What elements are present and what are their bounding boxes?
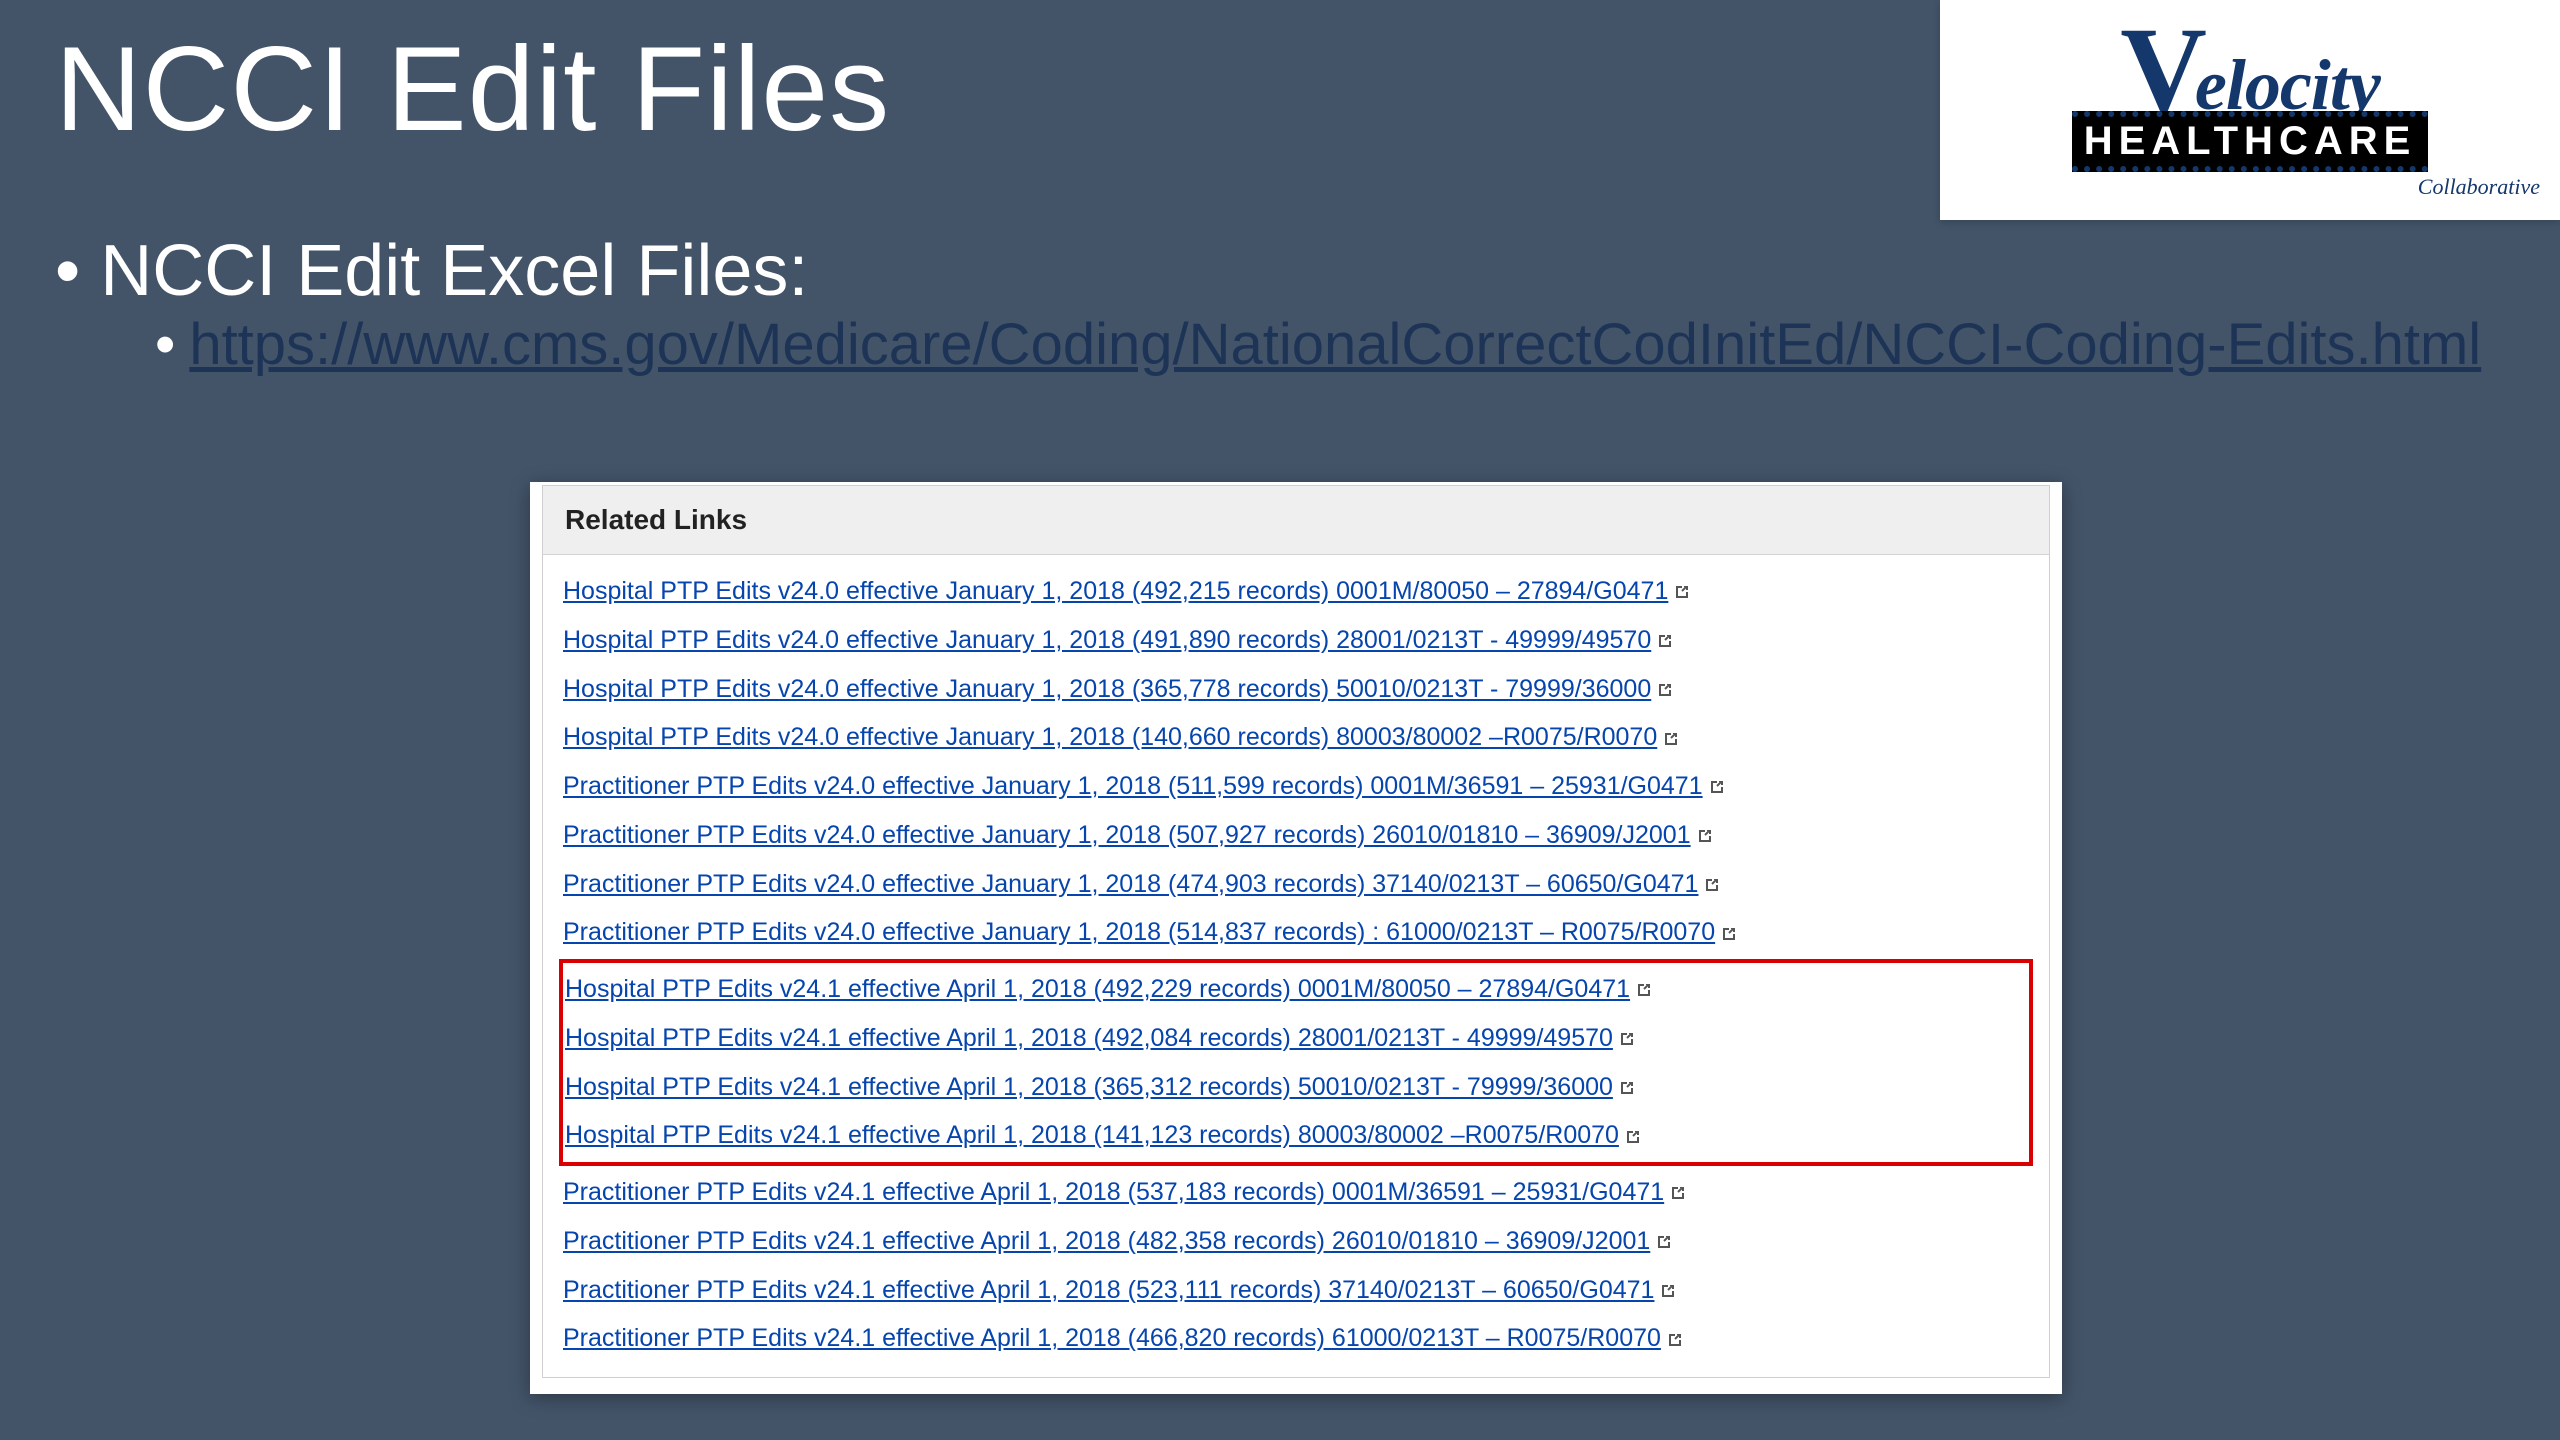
file-link[interactable]: Practitioner PTP Edits v24.1 effective A… bbox=[563, 1276, 1654, 1304]
bullet-level2: •https://www.cms.gov/Medicare/Coding/Nat… bbox=[155, 310, 2500, 380]
external-link-icon bbox=[1636, 982, 1652, 998]
link-row: Hospital PTP Edits v24.1 effective April… bbox=[565, 1111, 2027, 1160]
link-row: Hospital PTP Edits v24.0 effective Janua… bbox=[563, 567, 2029, 616]
file-link[interactable]: Hospital PTP Edits v24.0 effective Janua… bbox=[563, 723, 1657, 751]
link-row: Practitioner PTP Edits v24.0 effective J… bbox=[563, 860, 2029, 909]
file-link[interactable]: Hospital PTP Edits v24.1 effective April… bbox=[565, 1073, 1613, 1101]
bullet-icon: • bbox=[155, 310, 175, 380]
file-link[interactable]: Practitioner PTP Edits v24.1 effective A… bbox=[563, 1324, 1661, 1352]
external-link-icon bbox=[1656, 1234, 1672, 1250]
panel-header: Related Links bbox=[543, 486, 2049, 555]
logo: V elocity HEALTHCARE Collaborative bbox=[1940, 0, 2560, 220]
slide: NCCI Edit Files V elocity HEALTHCARE Col… bbox=[0, 0, 2560, 1440]
bullet-level1: NCCI Edit Excel Files: bbox=[55, 230, 808, 312]
external-link-icon bbox=[1674, 584, 1690, 600]
logo-v: V bbox=[2120, 21, 2207, 117]
link-row: Practitioner PTP Edits v24.1 effective A… bbox=[563, 1168, 2029, 1217]
external-link-icon bbox=[1709, 779, 1725, 795]
link-row: Practitioner PTP Edits v24.1 effective A… bbox=[563, 1266, 2029, 1315]
file-link[interactable]: Hospital PTP Edits v24.1 effective April… bbox=[565, 1024, 1613, 1052]
file-link[interactable]: Hospital PTP Edits v24.1 effective April… bbox=[565, 975, 1630, 1003]
related-links-panel: Related Links Hospital PTP Edits v24.0 e… bbox=[530, 482, 2062, 1394]
panel-inner: Related Links Hospital PTP Edits v24.0 e… bbox=[542, 485, 2050, 1378]
link-row: Practitioner PTP Edits v24.0 effective J… bbox=[563, 762, 2029, 811]
external-link-icon bbox=[1704, 877, 1720, 893]
file-link[interactable]: Practitioner PTP Edits v24.0 effective J… bbox=[563, 870, 1698, 898]
file-link[interactable]: Hospital PTP Edits v24.0 effective Janua… bbox=[563, 675, 1651, 703]
external-link-icon bbox=[1619, 1031, 1635, 1047]
link-row: Practitioner PTP Edits v24.1 effective A… bbox=[563, 1314, 2029, 1363]
file-link[interactable]: Practitioner PTP Edits v24.0 effective J… bbox=[563, 918, 1715, 946]
file-link[interactable]: Practitioner PTP Edits v24.0 effective J… bbox=[563, 821, 1691, 849]
file-link[interactable]: Hospital PTP Edits v24.0 effective Janua… bbox=[563, 577, 1668, 605]
file-link[interactable]: Hospital PTP Edits v24.0 effective Janua… bbox=[563, 626, 1651, 654]
file-link[interactable]: Practitioner PTP Edits v24.0 effective J… bbox=[563, 772, 1703, 800]
file-link[interactable]: Practitioner PTP Edits v24.1 effective A… bbox=[563, 1227, 1650, 1255]
external-link-icon bbox=[1697, 828, 1713, 844]
links-list: Hospital PTP Edits v24.0 effective Janua… bbox=[543, 555, 2049, 1377]
highlight-box: Hospital PTP Edits v24.1 effective April… bbox=[559, 959, 2033, 1166]
file-link[interactable]: Hospital PTP Edits v24.1 effective April… bbox=[565, 1121, 1619, 1149]
logo-line2: HEALTHCARE bbox=[2072, 111, 2429, 172]
external-link-icon bbox=[1619, 1080, 1635, 1096]
link-row: Practitioner PTP Edits v24.0 effective J… bbox=[563, 811, 2029, 860]
ncci-url-link[interactable]: https://www.cms.gov/Medicare/Coding/Nati… bbox=[189, 312, 2481, 377]
external-link-icon bbox=[1657, 682, 1673, 698]
file-link[interactable]: Practitioner PTP Edits v24.1 effective A… bbox=[563, 1178, 1664, 1206]
external-link-icon bbox=[1625, 1129, 1641, 1145]
link-row: Hospital PTP Edits v24.0 effective Janua… bbox=[563, 713, 2029, 762]
external-link-icon bbox=[1670, 1185, 1686, 1201]
link-row: Practitioner PTP Edits v24.1 effective A… bbox=[563, 1217, 2029, 1266]
link-row: Hospital PTP Edits v24.1 effective April… bbox=[565, 1014, 2027, 1063]
slide-title: NCCI Edit Files bbox=[55, 20, 890, 158]
link-row: Practitioner PTP Edits v24.0 effective J… bbox=[563, 908, 2029, 957]
external-link-icon bbox=[1663, 731, 1679, 747]
external-link-icon bbox=[1660, 1283, 1676, 1299]
external-link-icon bbox=[1721, 926, 1737, 942]
link-row: Hospital PTP Edits v24.0 effective Janua… bbox=[563, 665, 2029, 714]
link-row: Hospital PTP Edits v24.0 effective Janua… bbox=[563, 616, 2029, 665]
link-row: Hospital PTP Edits v24.1 effective April… bbox=[565, 1063, 2027, 1112]
external-link-icon bbox=[1657, 633, 1673, 649]
link-row: Hospital PTP Edits v24.1 effective April… bbox=[565, 965, 2027, 1014]
logo-sub: Collaborative bbox=[2418, 174, 2540, 200]
external-link-icon bbox=[1667, 1332, 1683, 1348]
